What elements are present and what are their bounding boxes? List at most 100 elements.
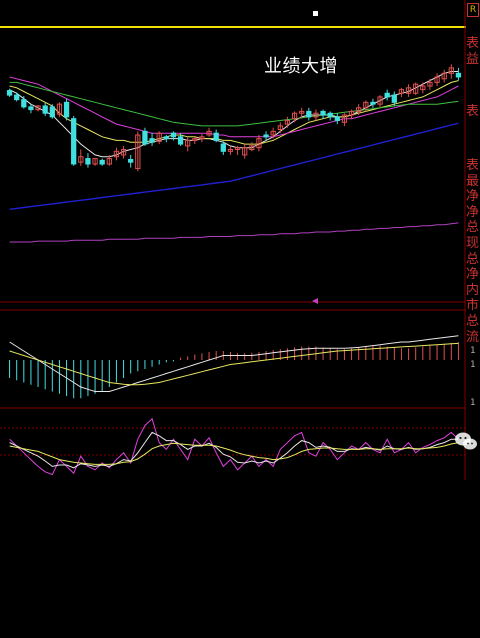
macd-tick-label: 1 (470, 346, 476, 356)
candle (327, 111, 333, 121)
candle (277, 122, 283, 134)
kdj-lines (9, 417, 459, 476)
macd-histogram (9, 342, 459, 399)
candle (135, 131, 141, 172)
candle (291, 111, 298, 123)
candle-body (21, 99, 27, 108)
candle-body (99, 159, 105, 165)
candle-body (85, 158, 91, 165)
candle (242, 144, 248, 159)
stock-chart-canvas (0, 0, 466, 480)
right-panel-char: 净 (466, 204, 480, 220)
chart-frame (0, 0, 466, 480)
candle (185, 136, 191, 152)
candle-body (163, 136, 169, 140)
candle (441, 69, 447, 83)
candle (149, 133, 155, 146)
right-panel-char: 总 (466, 313, 480, 329)
right-panel-char: 总 (466, 220, 480, 236)
candle-body (177, 136, 184, 145)
candle (455, 67, 462, 81)
wechat-icon (455, 432, 477, 450)
candle-body (28, 106, 34, 111)
candle-body (170, 132, 177, 138)
right-panel-char: 最 (466, 173, 480, 189)
macd-tick-label: 1 (470, 398, 476, 408)
right-panel-char: 表 (466, 158, 480, 173)
candle-body (455, 72, 462, 78)
candle (334, 113, 340, 125)
candle (192, 136, 198, 145)
macd-tick-label: 1 (470, 360, 476, 370)
right-panel-char: 表 (466, 36, 480, 51)
right-panel-char: 益 (466, 51, 480, 67)
candle-body (334, 116, 340, 121)
candle (49, 104, 55, 119)
candle (434, 73, 440, 87)
candle-body (213, 132, 219, 141)
restore-right-icon[interactable]: R (467, 3, 479, 17)
candle (142, 127, 148, 146)
candle (299, 107, 305, 119)
candle-body (128, 158, 134, 163)
candle-body (6, 90, 13, 96)
candle (156, 131, 162, 145)
candle-body (306, 110, 312, 118)
candle (14, 92, 20, 102)
candle-body (71, 118, 77, 165)
top-marker (313, 11, 318, 16)
macd-line-2 (9, 342, 459, 386)
candle (92, 158, 98, 166)
candle (427, 78, 433, 90)
candle-body (320, 110, 326, 116)
candle (85, 153, 91, 168)
candle (234, 145, 241, 155)
candle-body (370, 101, 376, 105)
ma-line-6 (9, 222, 459, 243)
headline-annotation: 业绩大增 (264, 56, 338, 77)
right-panel-char: 内 (466, 282, 480, 298)
candle (199, 134, 205, 143)
candle (63, 98, 70, 121)
candle (99, 158, 105, 166)
candle (320, 109, 326, 119)
ma-line-2 (9, 80, 459, 145)
candle (128, 154, 134, 168)
right-panel-char: 流 (466, 329, 480, 345)
right-panel-char: 净 (466, 189, 480, 205)
right-panel-char: 总 (466, 251, 480, 267)
candle (370, 98, 376, 108)
candle-body (263, 134, 269, 138)
ma-line-1 (9, 71, 459, 158)
candle-body (49, 106, 55, 118)
candlestick-series (6, 64, 462, 172)
right-panel-char: 净 (466, 267, 480, 283)
candle-body (149, 138, 155, 143)
candle (263, 131, 269, 141)
candle (78, 149, 84, 166)
candle (213, 129, 219, 143)
scroll-arrow-icon (312, 298, 318, 304)
candle (227, 145, 234, 155)
candle (306, 107, 312, 121)
macd-lines (9, 335, 459, 392)
candle (71, 115, 77, 166)
candle (284, 116, 291, 128)
candle (384, 89, 390, 101)
right-panel-char: 市 (466, 298, 480, 314)
candle-body (384, 92, 390, 98)
candle-body (142, 130, 148, 145)
right-panel-char: 表 (466, 104, 480, 119)
candle-body (63, 101, 70, 118)
ma-line-5 (9, 122, 459, 210)
candle (398, 87, 405, 97)
candle (42, 102, 48, 116)
candle-body (220, 143, 226, 152)
candle-body (327, 112, 333, 118)
candle (420, 82, 426, 94)
candle (206, 127, 212, 137)
candle-body (14, 94, 20, 101)
moving-average-lines (9, 71, 459, 243)
candle-body (391, 94, 397, 103)
right-panel-char: 现 (466, 235, 480, 251)
